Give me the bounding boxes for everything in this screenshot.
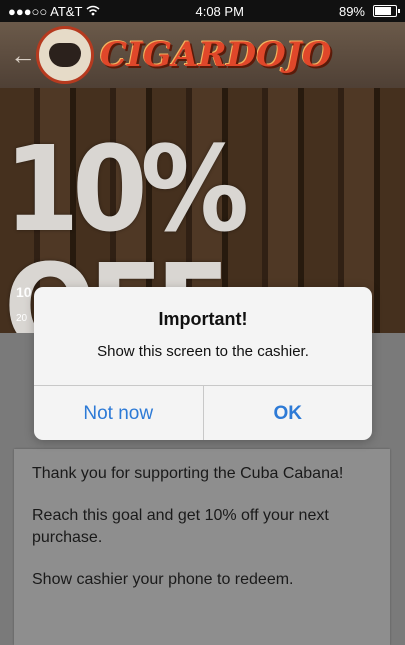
- dialog-title: Important!: [158, 309, 248, 329]
- status-right: 89%: [338, 3, 400, 19]
- back-arrow-icon[interactable]: ←: [10, 40, 36, 71]
- hero-subtitle: 10: [16, 284, 32, 300]
- battery-fill: [375, 7, 392, 15]
- not-now-button[interactable]: Not now: [34, 386, 203, 440]
- status-time: 4:08 PM: [195, 3, 244, 19]
- logo-mascot-icon: [36, 26, 94, 84]
- hero-subtitle-secondary: 20: [16, 313, 28, 324]
- message-paragraph: Show cashier your phone to redeem.: [32, 571, 294, 588]
- dialog-buttons: Not now OK: [34, 385, 372, 440]
- message-paragraph: Thank you for supporting the Cuba Cabana…: [32, 465, 344, 482]
- message-card: Thank you for supporting the Cuba Cabana…: [14, 449, 390, 645]
- alert-dialog: Important! Show this screen to the cashi…: [34, 287, 372, 440]
- carrier-label: ●●●○○ AT&T: [8, 3, 83, 19]
- message-paragraph: Reach this goal and get 10% off your nex…: [32, 507, 329, 546]
- battery-icon: [373, 5, 400, 17]
- status-left: ●●●○○ AT&T: [8, 4, 100, 19]
- ok-button[interactable]: OK: [202, 386, 373, 440]
- app-header: ← CIGARDOJO: [0, 22, 405, 88]
- status-bar: ●●●○○ AT&T 4:08 PM 89%: [0, 0, 405, 22]
- logo-text: CIGARDOJO: [100, 35, 332, 75]
- battery-percent: 89%: [338, 3, 365, 19]
- wifi-icon: [86, 4, 100, 19]
- dialog-message: Show this screen to the cashier.: [97, 343, 309, 360]
